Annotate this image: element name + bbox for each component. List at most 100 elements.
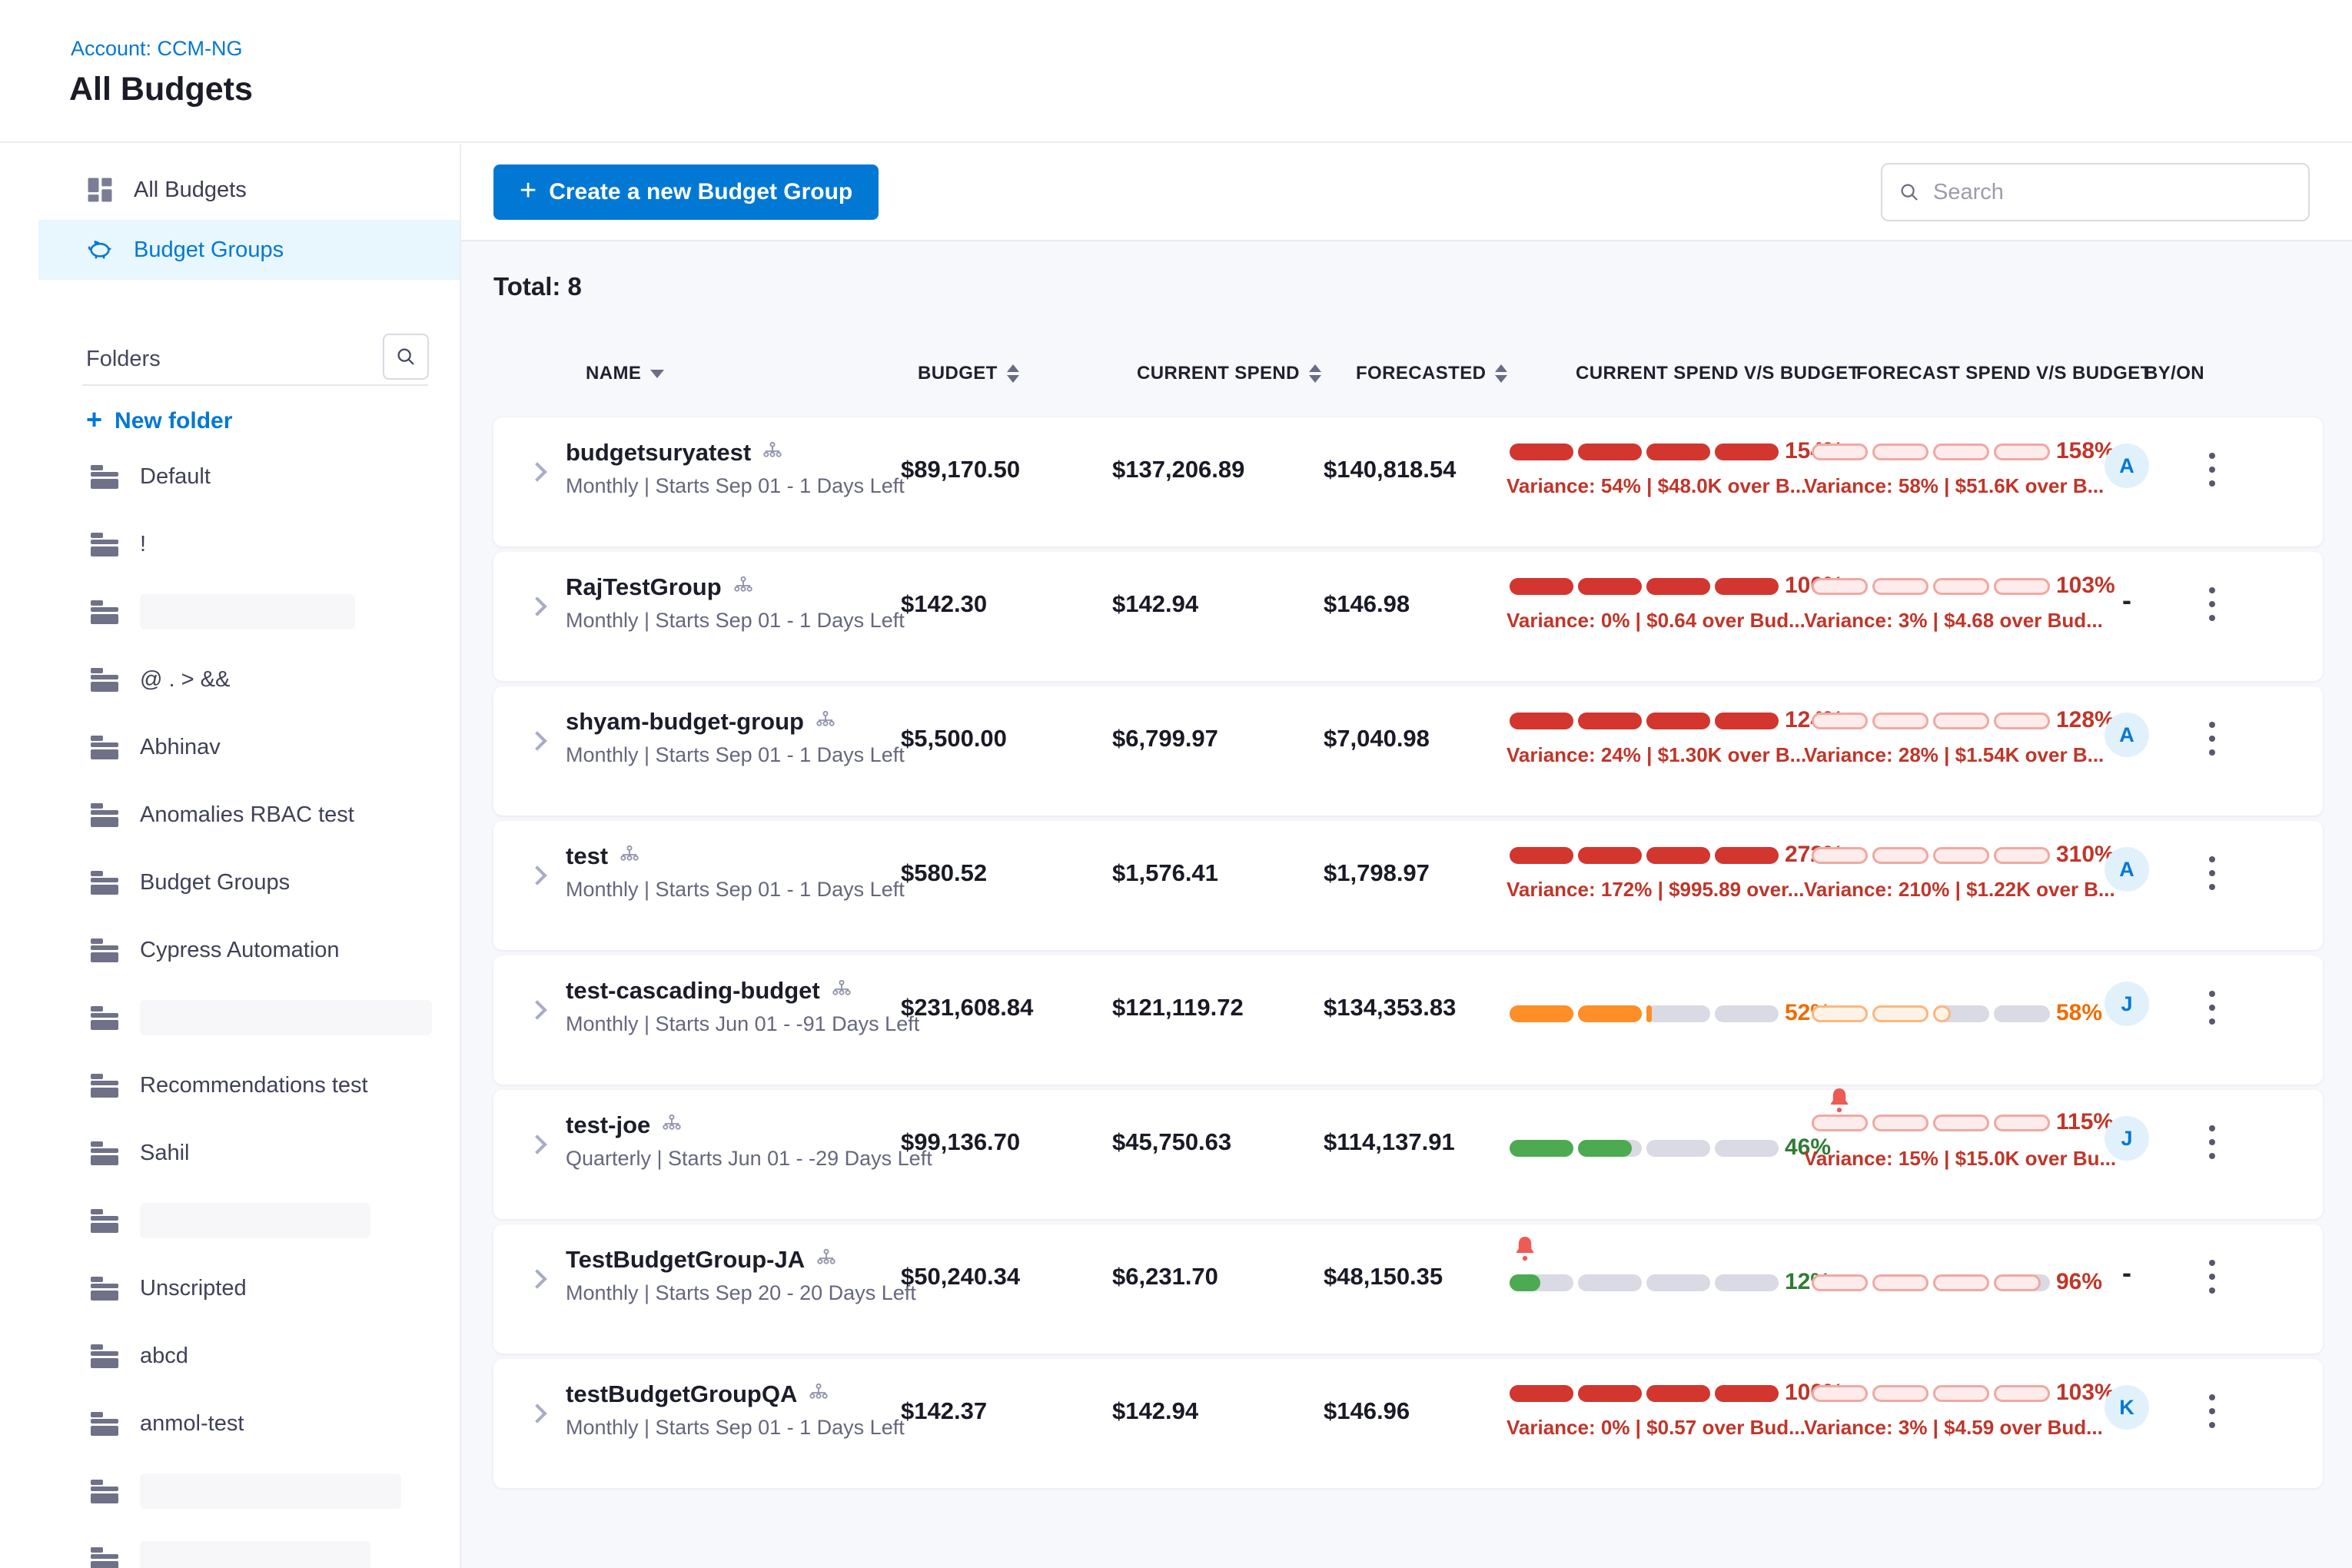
kebab-menu-icon[interactable] <box>2201 1387 2223 1436</box>
folder-item[interactable]: Default <box>38 443 460 510</box>
folder-name <box>140 594 355 630</box>
budget-group-row[interactable]: RajTestGroup Monthly | Starts Sep 01 - 1… <box>493 552 2323 681</box>
folder-item[interactable]: Anomalies RBAC test <box>38 781 460 849</box>
column-header-forecast-vs-budget: FORECAST SPEND V/S BUDGET <box>1856 363 2152 384</box>
column-header-budget[interactable]: BUDGET <box>918 363 1019 384</box>
budget-group-row[interactable]: testBudgetGroupQA Monthly | Starts Sep 0… <box>493 1359 2323 1488</box>
folder-item[interactable]: Sahil <box>38 1119 460 1187</box>
budget-group-rows: budgetsuryatest Monthly | Starts Sep 01 … <box>493 417 2323 1493</box>
folder-item[interactable]: anmol-test <box>38 1390 460 1457</box>
alert-bell-icon <box>1827 1087 1852 1113</box>
expand-chevron-icon[interactable] <box>527 731 546 750</box>
kebab-menu-icon[interactable] <box>2201 1252 2223 1301</box>
spend-progress-bar <box>1812 578 2050 595</box>
kebab-menu-icon[interactable] <box>2201 983 2223 1032</box>
variance-label: Variance: 0% | $0.64 over Bud... <box>1507 609 1806 633</box>
folder-item[interactable]: @ . > && <box>38 646 460 713</box>
folder-name: Default <box>140 464 211 490</box>
folder-name: abcd <box>140 1344 188 1369</box>
budget-group-row[interactable]: test-joe Quarterly | Starts Jun 01 - -29… <box>493 1090 2323 1219</box>
folder-item[interactable] <box>38 578 460 646</box>
folder-icon <box>91 803 118 827</box>
expand-chevron-icon[interactable] <box>527 1269 546 1288</box>
folder-name <box>140 1541 370 1568</box>
kebab-menu-icon[interactable] <box>2201 1118 2223 1167</box>
group-name: test-cascading-budget <box>566 977 820 1005</box>
variance-label: Variance: 28% | $1.54K over B... <box>1804 743 2104 767</box>
spend-progress-bar <box>1510 578 1779 595</box>
folders-divider <box>82 384 428 386</box>
expand-chevron-icon[interactable] <box>527 1134 546 1154</box>
search-input[interactable] <box>1933 164 2308 220</box>
budget-group-row[interactable]: test Monthly | Starts Sep 01 - 1 Days Le… <box>493 821 2323 950</box>
forecasted-value: $48,150.35 <box>1324 1263 1443 1291</box>
expand-chevron-icon[interactable] <box>527 1404 546 1423</box>
page-header: Account: CCM-NG All Budgets <box>0 0 2352 143</box>
total-count: Total: 8 <box>493 272 582 301</box>
account-breadcrumb-link[interactable]: Account: CCM-NG <box>71 37 243 61</box>
kebab-menu-icon[interactable] <box>2201 580 2223 629</box>
name-cell: testBudgetGroupQA Monthly | Starts Sep 0… <box>566 1380 905 1440</box>
sidebar-item-budget-groups[interactable]: Budget Groups <box>38 220 460 280</box>
folder-icon <box>91 1006 118 1030</box>
folder-name: Budget Groups <box>140 870 290 895</box>
owner-avatar: A <box>2105 713 2149 757</box>
folder-name: anmol-test <box>140 1411 244 1437</box>
expand-chevron-icon[interactable] <box>527 865 546 885</box>
owner-avatar: K <box>2105 1385 2149 1430</box>
name-cell: RajTestGroup Monthly | Starts Sep 01 - 1… <box>566 573 905 633</box>
folder-item[interactable] <box>38 1525 460 1568</box>
folder-item[interactable]: Recommendations test <box>38 1051 460 1119</box>
kebab-menu-icon[interactable] <box>2201 849 2223 898</box>
current-vs-budget-cell: 100%Variance: 0% | $0.64 over Bud... <box>1507 552 1845 681</box>
sidebar: All Budgets Budget Groups Folders + New … <box>38 145 460 1568</box>
folder-item[interactable]: Budget Groups <box>38 849 460 916</box>
budget-group-row[interactable]: TestBudgetGroup-JA Monthly | Starts Sep … <box>493 1224 2323 1354</box>
search-icon <box>394 345 417 368</box>
new-folder-label: New folder <box>115 408 232 434</box>
kebab-menu-icon[interactable] <box>2201 445 2223 494</box>
budget-group-row[interactable]: test-cascading-budget Monthly | Starts J… <box>493 955 2323 1085</box>
hierarchy-icon <box>733 575 754 600</box>
current-spend-value: $121,119.72 <box>1112 994 1244 1022</box>
hierarchy-icon <box>762 440 783 466</box>
column-header-forecasted[interactable]: FORECASTED <box>1356 363 1507 384</box>
column-header-name[interactable]: NAME <box>586 363 664 384</box>
variance-label: Variance: 210% | $1.22K over B... <box>1804 878 2115 902</box>
folder-item[interactable]: Abhinav <box>38 713 460 781</box>
alert-bell-icon <box>1827 1087 1852 1113</box>
name-cell: test Monthly | Starts Sep 01 - 1 Days Le… <box>566 842 905 902</box>
expand-chevron-icon[interactable] <box>527 462 546 481</box>
current-spend-value: $6,231.70 <box>1112 1263 1218 1291</box>
current-vs-budget-cell: 272%Variance: 172% | $995.89 over... <box>1507 821 1845 950</box>
budget-value: $5,500.00 <box>901 725 1007 752</box>
owner-dash: - <box>2105 1251 2149 1295</box>
column-header-current-spend[interactable]: CURRENT SPEND <box>1137 363 1321 384</box>
folder-search-button[interactable] <box>383 334 429 380</box>
table-header: NAME BUDGET CURRENT SPEND FORECASTED CUR… <box>493 363 2337 400</box>
spend-percentage: 58% <box>2056 1000 2102 1026</box>
folder-item[interactable] <box>38 1187 460 1254</box>
spend-progress-bar <box>1510 1140 1779 1157</box>
expand-chevron-icon[interactable] <box>527 1000 546 1019</box>
group-name: shyam-budget-group <box>566 708 804 736</box>
current-spend-value: $1,576.41 <box>1112 859 1218 887</box>
folder-item[interactable]: abcd <box>38 1322 460 1390</box>
folder-icon <box>91 1480 118 1503</box>
name-cell: test-joe Quarterly | Starts Jun 01 - -29… <box>566 1111 932 1171</box>
folder-item[interactable] <box>38 984 460 1051</box>
kebab-menu-icon[interactable] <box>2201 714 2223 763</box>
create-budget-group-button[interactable]: + Create a new Budget Group <box>493 164 879 220</box>
budget-group-row[interactable]: shyam-budget-group Monthly | Starts Sep … <box>493 686 2323 816</box>
folder-icon <box>91 938 118 962</box>
folder-item[interactable]: ! <box>38 510 460 578</box>
expand-chevron-icon[interactable] <box>527 596 546 616</box>
folder-item[interactable] <box>38 1457 460 1525</box>
folder-item[interactable]: Cypress Automation <box>38 916 460 984</box>
new-folder-button[interactable]: + New folder <box>86 400 460 443</box>
folder-item[interactable]: Unscripted <box>38 1254 460 1322</box>
sidebar-item-all-budgets[interactable]: All Budgets <box>38 160 460 220</box>
current-vs-budget-cell: 12% <box>1507 1224 1845 1354</box>
group-schedule: Monthly | Starts Jun 01 - -91 Days Left <box>566 1012 919 1036</box>
budget-group-row[interactable]: budgetsuryatest Monthly | Starts Sep 01 … <box>493 417 2323 546</box>
